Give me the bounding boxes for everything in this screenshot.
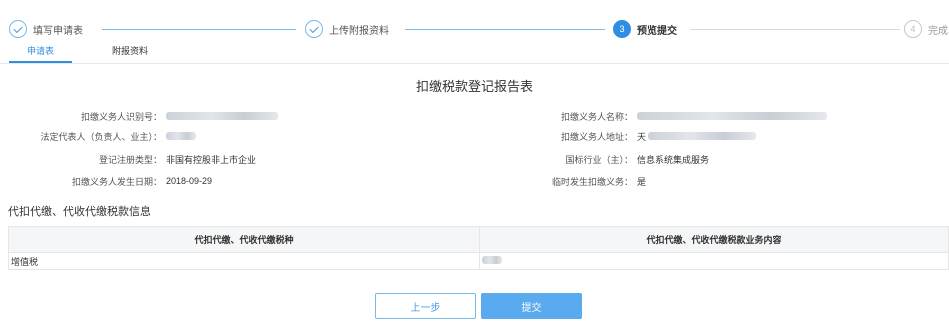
- column-header: 代扣代缴、代收代缴税款业务内容: [479, 226, 949, 253]
- step-fill-application: 填写申请表: [9, 17, 83, 41]
- field-value: 非国有控股非上市企业: [166, 154, 257, 165]
- tab-application-form[interactable]: 申请表: [9, 44, 72, 63]
- tax-info-table: 代扣代缴、代收代缴税种 代扣代缴、代收代缴税款业务内容 增值税: [8, 226, 949, 270]
- step-preview-submit: 3 预览提交: [613, 17, 677, 41]
- field-label: 扣缴义务人地址：: [560, 131, 633, 142]
- table-row: 增值税: [8, 252, 949, 270]
- step-connector: [405, 29, 605, 30]
- step-complete: 4 完成: [904, 17, 948, 41]
- field-value: 天: [637, 131, 647, 142]
- step-upload-attachments: 上传附报资料: [305, 17, 389, 41]
- step-label: 上传附报资料: [329, 25, 389, 37]
- step-number: 3: [613, 20, 631, 38]
- tab-bar: 申请表 附报资料: [0, 42, 949, 64]
- field-legal-representative: 法定代表人（负责人、业主）：: [0, 129, 196, 143]
- table-header-row: 代扣代缴、代收代缴税种 代扣代缴、代收代缴税款业务内容: [8, 226, 949, 253]
- field-label: 国标行业（主）：: [565, 154, 633, 165]
- progress-steps: 填写申请表 上传附报资料 3 预览提交 4 完成: [0, 17, 949, 41]
- redacted-value: [166, 132, 196, 140]
- step-circle: [9, 20, 27, 38]
- field-withholder-name: 扣缴义务人名称：: [480, 109, 827, 123]
- table-cell: [479, 252, 949, 270]
- step-connector: [690, 29, 900, 30]
- redacted-value: [648, 132, 757, 140]
- field-value: 2018-09-29: [166, 176, 213, 186]
- field-label: 登记注册类型：: [98, 154, 162, 165]
- section-title: 代扣代缴、代收代缴税款信息: [8, 206, 151, 218]
- field-occurrence-date: 扣缴义务人发生日期： 2018-09-29: [0, 174, 212, 188]
- step-label: 完成: [928, 25, 948, 37]
- tab-attachments[interactable]: 附报资料: [100, 44, 160, 63]
- field-value: 是: [637, 176, 647, 187]
- step-label: 填写申请表: [33, 25, 83, 37]
- field-registration-type: 登记注册类型： 非国有控股非上市企业: [0, 152, 256, 166]
- form-title: 扣缴税款登记报告表: [415, 79, 533, 94]
- redacted-value: [166, 112, 278, 120]
- field-label: 临时发生扣缴义务：: [551, 176, 633, 187]
- check-icon: [309, 23, 319, 33]
- field-industry: 国标行业（主）： 信息系统集成服务: [480, 152, 709, 166]
- field-label: 扣缴义务人发生日期：: [71, 176, 162, 187]
- step-circle: [305, 20, 323, 38]
- field-temporary-obligation: 临时发生扣缴义务： 是: [480, 174, 646, 188]
- submit-button[interactable]: 提交: [481, 293, 582, 319]
- check-icon: [13, 23, 23, 33]
- field-value: 信息系统集成服务: [637, 154, 710, 165]
- previous-step-button[interactable]: 上一步: [375, 293, 476, 319]
- field-label: 扣缴义务人识别号：: [80, 111, 162, 122]
- redacted-value: [637, 112, 827, 120]
- column-header: 代扣代缴、代收代缴税种: [8, 226, 480, 253]
- field-withholder-address: 扣缴义务人地址： 天: [480, 129, 757, 143]
- field-withholder-id: 扣缴义务人识别号：: [0, 109, 278, 123]
- table-cell: 增值税: [8, 252, 480, 270]
- field-label: 法定代表人（负责人、业主）：: [40, 131, 162, 142]
- step-number: 4: [904, 20, 922, 38]
- step-label: 预览提交: [637, 25, 677, 37]
- step-connector: [102, 29, 296, 30]
- field-label: 扣缴义务人名称：: [560, 111, 633, 122]
- redacted-value: [482, 256, 502, 264]
